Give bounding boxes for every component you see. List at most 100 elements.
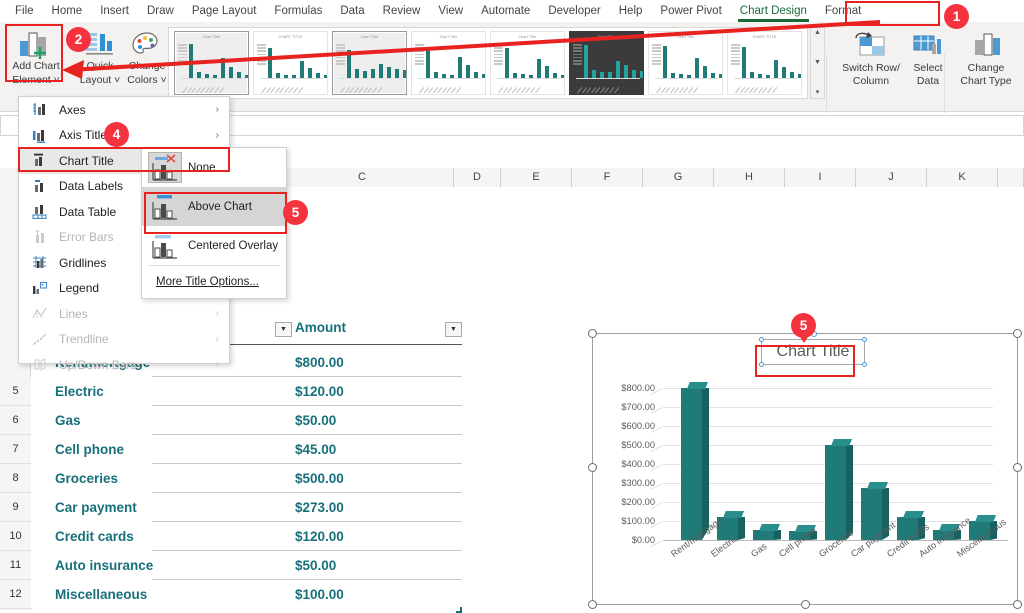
title-handle-nw[interactable]: [759, 337, 764, 342]
table-row[interactable]: Credit cards $120.00: [31, 522, 491, 551]
submenu-item-more-title-options[interactable]: More Title Options...: [142, 265, 286, 298]
row-header[interactable]: 5: [0, 377, 31, 406]
table-row[interactable]: Groceries $500.00: [31, 464, 491, 493]
cell-category[interactable]: Credit cards: [55, 522, 265, 551]
cell-amount[interactable]: $500.00: [295, 464, 475, 493]
chart-style-thumbnail[interactable]: Chart Title: [332, 31, 407, 95]
cell-amount[interactable]: $100.00: [295, 580, 475, 609]
cell-amount[interactable]: $273.00: [295, 493, 475, 522]
chart-style-thumbnail[interactable]: Chart Title: [174, 31, 249, 95]
column-header-E[interactable]: E: [501, 168, 572, 187]
column-header-F[interactable]: F: [572, 168, 643, 187]
chart-style-thumbnail[interactable]: CHART TITLE: [727, 31, 802, 95]
scroll-up-icon[interactable]: ▲: [814, 29, 821, 37]
column-header-H[interactable]: H: [714, 168, 785, 187]
table-row[interactable]: Electric $120.00: [31, 377, 491, 406]
tab-file[interactable]: File: [6, 2, 43, 21]
tab-home[interactable]: Home: [43, 2, 92, 21]
column-header-K[interactable]: K: [927, 168, 998, 187]
cell-category[interactable]: Electric: [55, 377, 265, 406]
chart-resize-handle-se[interactable]: [1013, 600, 1022, 609]
gallery-more-icon[interactable]: ▾: [816, 89, 820, 97]
chart-resize-handle-s[interactable]: [801, 600, 810, 609]
change-chart-type-button[interactable]: Change Chart Type: [955, 26, 1017, 87]
row-header[interactable]: 10: [0, 522, 31, 551]
cell-amount[interactable]: $120.00: [295, 377, 475, 406]
cell-amount[interactable]: $45.00: [295, 435, 475, 464]
row-header[interactable]: 6: [0, 406, 31, 435]
chart-bar[interactable]: [681, 382, 709, 540]
column-header-L[interactable]: [998, 168, 1024, 187]
row-header[interactable]: 8: [0, 464, 31, 493]
table-row[interactable]: Auto insurance $50.00: [31, 551, 491, 580]
select-data-label-1: Select: [913, 62, 943, 74]
tab-draw[interactable]: Draw: [138, 2, 183, 21]
cell-amount[interactable]: $50.00: [295, 551, 475, 580]
column-header-J[interactable]: J: [856, 168, 927, 187]
legend-icon: [32, 281, 48, 296]
gallery-scroll-buttons[interactable]: ▲ ▼ ▾: [810, 27, 825, 99]
highlight-above-chart-item: [144, 192, 287, 234]
row-header[interactable]: 11: [0, 551, 31, 580]
tab-view[interactable]: View: [429, 2, 472, 21]
tab-insert[interactable]: Insert: [91, 2, 138, 21]
menu-item-axes[interactable]: Axes ›: [19, 97, 229, 123]
cell-category[interactable]: Groceries: [55, 464, 265, 493]
tab-automate[interactable]: Automate: [472, 2, 539, 21]
cell-category[interactable]: Cell phone: [55, 435, 265, 464]
cell-amount[interactable]: $800.00: [295, 348, 475, 377]
cell-amount[interactable]: $50.00: [295, 406, 475, 435]
column-header-C[interactable]: C: [271, 168, 454, 187]
y-tick-label: $700.00: [621, 402, 655, 412]
chart-bar[interactable]: [825, 439, 853, 540]
table-resize-handle[interactable]: [456, 607, 462, 613]
row-header[interactable]: 12: [0, 580, 31, 609]
title-handle-se[interactable]: [862, 362, 867, 367]
tab-data[interactable]: Data: [331, 2, 373, 21]
cell-amount[interactable]: $120.00: [295, 522, 475, 551]
filter-dropdown-category[interactable]: ▼: [275, 322, 292, 337]
tab-power-pivot[interactable]: Power Pivot: [651, 2, 730, 21]
gridlines-icon: [32, 255, 48, 270]
scroll-down-icon[interactable]: ▼: [814, 59, 821, 67]
chart-style-thumbnail[interactable]: CHART TITLE: [253, 31, 328, 95]
tab-formulas[interactable]: Formulas: [265, 2, 331, 21]
column-header-I[interactable]: I: [785, 168, 856, 187]
chart-styles-gallery[interactable]: Chart Title CHART TITLE Chart Title Char…: [168, 27, 808, 99]
tab-help[interactable]: Help: [610, 2, 652, 21]
chart-style-thumbnail[interactable]: Chart Title: [569, 31, 644, 95]
cell-category[interactable]: Gas: [55, 406, 265, 435]
formula-input[interactable]: [228, 115, 1024, 136]
tab-page-layout[interactable]: Page Layout: [183, 2, 266, 21]
chart-resize-handle-sw[interactable]: [588, 600, 597, 609]
switch-row-column-label-2: Column: [852, 74, 890, 87]
row-header[interactable]: 7: [0, 435, 31, 464]
select-data-button[interactable]: Select Data: [897, 26, 959, 87]
filter-dropdown-amount[interactable]: ▼: [445, 322, 462, 337]
switch-row-column-button[interactable]: Switch Row/ Column: [840, 26, 902, 87]
chart-style-thumbnail[interactable]: Chart Title: [411, 31, 486, 95]
chart-resize-handle-ne[interactable]: [1013, 329, 1022, 338]
row-header[interactable]: 9: [0, 493, 31, 522]
cell-category[interactable]: Auto insurance: [55, 551, 265, 580]
chevron-right-icon: ›: [215, 104, 219, 116]
cell-category[interactable]: Miscellaneous: [55, 580, 265, 609]
axis-titles-icon: [32, 128, 48, 143]
chart-bar[interactable]: [753, 524, 781, 540]
chart-style-thumbnail[interactable]: Chart Title: [648, 31, 723, 95]
table-header-amount: Amount: [295, 320, 346, 335]
table-row[interactable]: Car payment $273.00: [31, 493, 491, 522]
tab-developer[interactable]: Developer: [539, 2, 609, 21]
table-row[interactable]: Miscellaneous $100.00: [31, 580, 491, 609]
column-header-D[interactable]: D: [454, 168, 501, 187]
tab-chart-design[interactable]: Chart Design: [731, 2, 816, 22]
column-header-G[interactable]: G: [643, 168, 714, 187]
table-row[interactable]: Cell phone $45.00: [31, 435, 491, 464]
chart-title-overlay-icon: [148, 230, 182, 261]
table-row[interactable]: Gas $50.00: [31, 406, 491, 435]
title-handle-ne[interactable]: [862, 337, 867, 342]
tab-review[interactable]: Review: [374, 2, 430, 21]
chart-style-thumbnail[interactable]: Chart Title: [490, 31, 565, 95]
cell-category[interactable]: Car payment: [55, 493, 265, 522]
chart-resize-handle-nw[interactable]: [588, 329, 597, 338]
